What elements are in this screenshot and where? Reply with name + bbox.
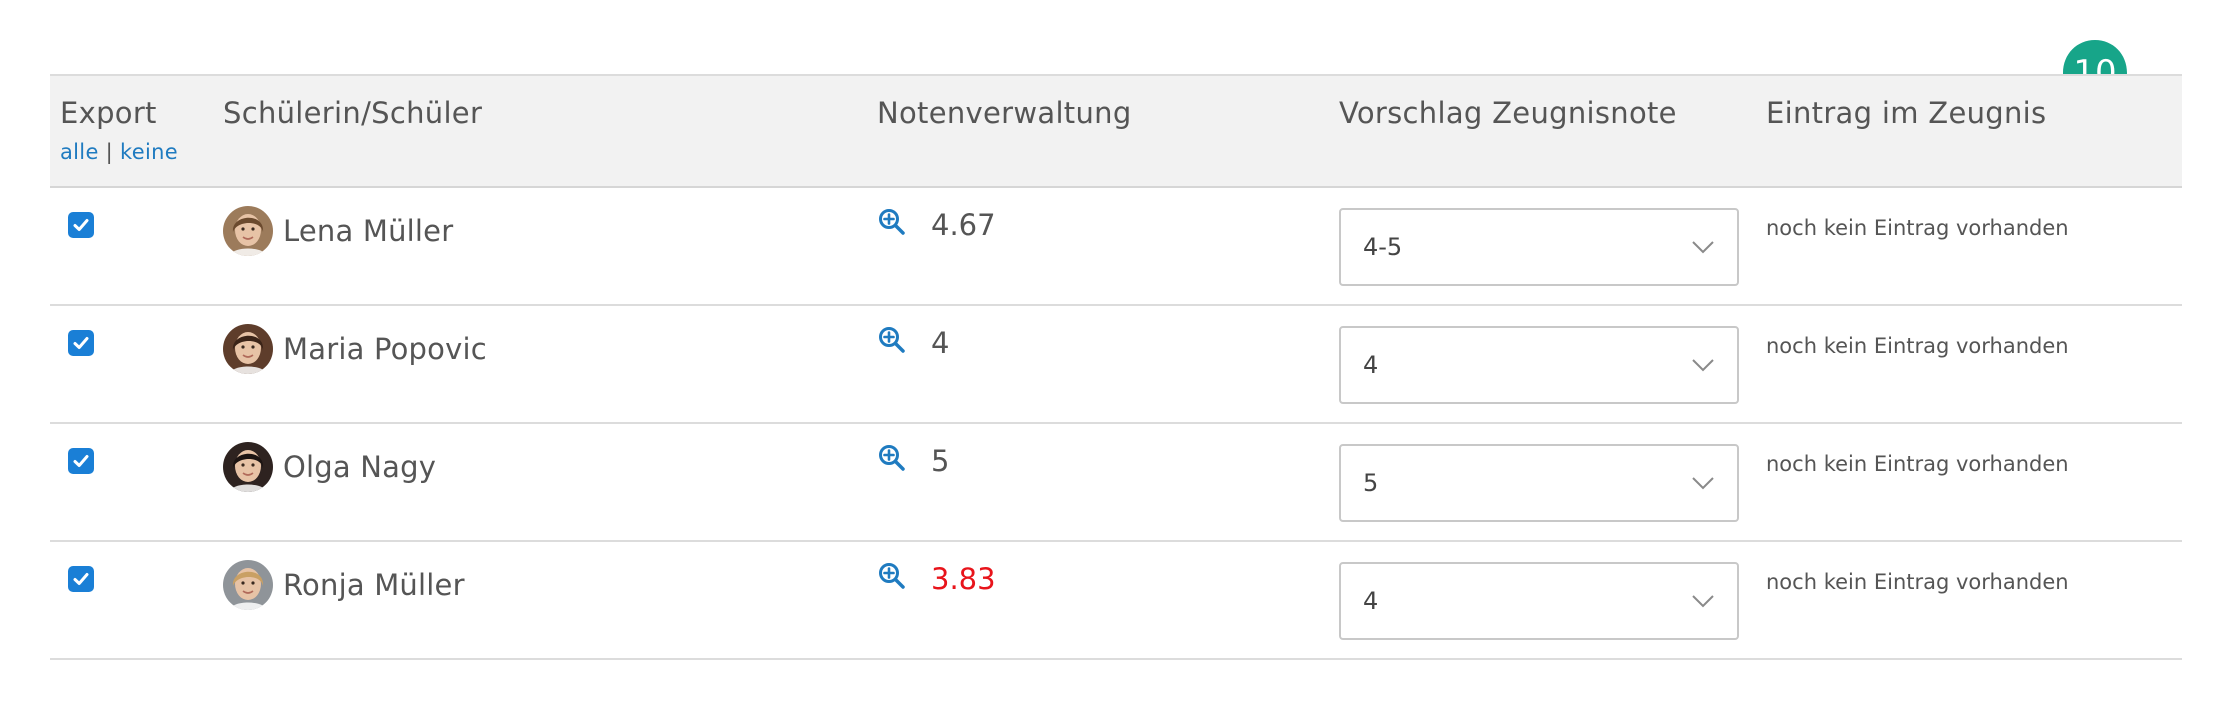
student-info: Lena Müller (223, 206, 453, 256)
export-checkbox[interactable] (68, 330, 94, 356)
zoom-in-icon[interactable] (877, 561, 907, 591)
entry-text: noch kein Eintrag vorhanden (1766, 216, 2069, 240)
export-checkbox[interactable] (68, 212, 94, 238)
entry-cell: noch kein Eintrag vorhanden (1756, 423, 2182, 542)
avatar (223, 442, 273, 492)
notes-cell: 4.67 (867, 187, 1329, 306)
notes-info: 4 (877, 326, 949, 360)
student-name[interactable]: Ronja Müller (283, 568, 465, 602)
column-header-export: Export alle | keine (50, 74, 213, 188)
suggestion-cell: 5 (1329, 423, 1756, 542)
notes-info: 4.67 (877, 208, 996, 242)
table-header-row: Export alle | keine Schülerin/Schüler No… (50, 74, 2182, 188)
entry-cell: noch kein Eintrag vorhanden (1756, 541, 2182, 660)
average-grade: 3.83 (931, 562, 996, 596)
suggestion-select[interactable]: 4-5 (1339, 208, 1739, 286)
notes-cell: 3.83 (867, 541, 1329, 660)
export-header-label: Export (60, 96, 157, 130)
export-cell (50, 187, 213, 306)
student-cell: Maria Popovic (213, 305, 867, 424)
student-name[interactable]: Lena Müller (283, 214, 453, 248)
notes-info: 3.83 (877, 562, 996, 596)
avatar-image (223, 324, 273, 374)
student-name[interactable]: Olga Nagy (283, 450, 436, 484)
suggestion-value: 4 (1363, 351, 1379, 379)
checkmark-icon (73, 455, 89, 467)
student-name[interactable]: Maria Popovic (283, 332, 487, 366)
student-cell: Ronja Müller (213, 541, 867, 660)
entry-text: noch kein Eintrag vorhanden (1766, 452, 2069, 476)
table-row: Olga Nagy 5 5 noch kein Eintrag vorhande… (50, 423, 2182, 542)
chevron-down-icon (1692, 241, 1714, 254)
suggestion-value: 4 (1363, 587, 1379, 615)
select-all-link[interactable]: alle (60, 140, 99, 164)
column-header-notes: Notenverwaltung (867, 74, 1329, 188)
table-body: Lena Müller 4.67 4-5 noch kein Eintrag v… (50, 187, 2182, 660)
suggestion-value: 4-5 (1363, 233, 1403, 261)
export-cell (50, 305, 213, 424)
average-grade: 5 (931, 444, 950, 478)
export-checkbox[interactable] (68, 448, 94, 474)
grades-table-container: Export alle | keine Schülerin/Schüler No… (50, 74, 2182, 660)
checkmark-icon (73, 219, 89, 231)
suggestion-value: 5 (1363, 469, 1379, 497)
zoom-in-icon[interactable] (877, 443, 907, 473)
notes-cell: 4 (867, 305, 1329, 424)
export-cell (50, 423, 213, 542)
entry-header-label: Eintrag im Zeugnis (1766, 96, 2047, 130)
export-cell (50, 541, 213, 660)
suggestion-select[interactable]: 4 (1339, 326, 1739, 404)
table-row: Ronja Müller 3.83 4 noch kein Eintrag vo… (50, 541, 2182, 660)
notes-info: 5 (877, 444, 949, 478)
student-info: Ronja Müller (223, 560, 465, 610)
zoom-in-icon[interactable] (877, 325, 907, 355)
grades-table: Export alle | keine Schülerin/Schüler No… (50, 74, 2182, 660)
avatar-image (223, 206, 273, 256)
column-header-entry: Eintrag im Zeugnis (1756, 74, 2182, 188)
table-row: Lena Müller 4.67 4-5 noch kein Eintrag v… (50, 187, 2182, 306)
suggestion-cell: 4-5 (1329, 187, 1756, 306)
column-header-suggestion: Vorschlag Zeugnisnote (1329, 74, 1756, 188)
column-header-student: Schülerin/Schüler (213, 74, 867, 188)
zoom-in-icon[interactable] (877, 207, 907, 237)
entry-text: noch kein Eintrag vorhanden (1766, 334, 2069, 358)
student-info: Olga Nagy (223, 442, 436, 492)
suggestion-select[interactable]: 4 (1339, 562, 1739, 640)
notes-cell: 5 (867, 423, 1329, 542)
average-grade: 4.67 (931, 208, 996, 242)
chevron-down-icon (1692, 477, 1714, 490)
suggestion-header-label: Vorschlag Zeugnisnote (1339, 96, 1677, 130)
table-row: Maria Popovic 4 4 noch kein Eintrag vorh… (50, 305, 2182, 424)
avatar-image (223, 560, 273, 610)
avatar-image (223, 442, 273, 492)
select-links: alle | keine (60, 140, 203, 164)
chevron-down-icon (1692, 595, 1714, 608)
average-grade: 4 (931, 326, 950, 360)
suggestion-cell: 4 (1329, 305, 1756, 424)
select-separator: | (105, 140, 114, 164)
entry-text: noch kein Eintrag vorhanden (1766, 570, 2069, 594)
student-cell: Lena Müller (213, 187, 867, 306)
avatar (223, 560, 273, 610)
avatar (223, 324, 273, 374)
export-checkbox[interactable] (68, 566, 94, 592)
student-info: Maria Popovic (223, 324, 487, 374)
student-cell: Olga Nagy (213, 423, 867, 542)
entry-cell: noch kein Eintrag vorhanden (1756, 187, 2182, 306)
chevron-down-icon (1692, 359, 1714, 372)
notes-header-label: Notenverwaltung (877, 96, 1132, 130)
student-header-label: Schülerin/Schüler (223, 96, 483, 130)
checkmark-icon (73, 337, 89, 349)
checkmark-icon (73, 573, 89, 585)
select-none-link[interactable]: keine (120, 140, 178, 164)
suggestion-cell: 4 (1329, 541, 1756, 660)
avatar (223, 206, 273, 256)
entry-cell: noch kein Eintrag vorhanden (1756, 305, 2182, 424)
suggestion-select[interactable]: 5 (1339, 444, 1739, 522)
